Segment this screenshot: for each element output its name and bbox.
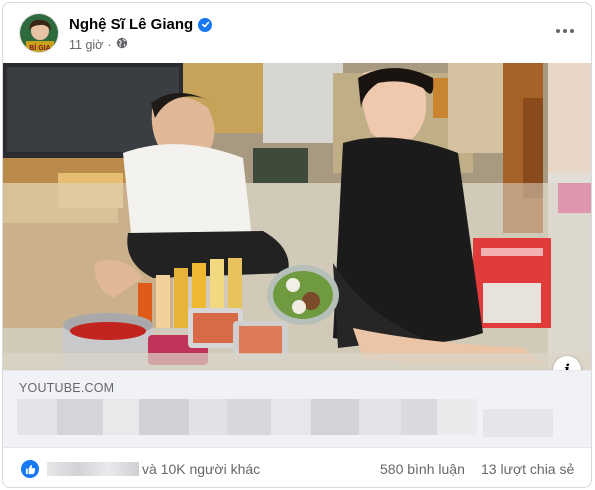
author-name[interactable]: Nghệ Sĩ Lê Giang [69, 16, 193, 33]
reactions-count[interactable]: và 10K người khác [142, 461, 260, 477]
comments-count[interactable]: 580 bình luận [380, 461, 465, 477]
post-meta: 11 giờ · [69, 37, 128, 52]
link-title-blurred [17, 399, 477, 437]
link-preview[interactable]: YOUTUBE.COM [3, 370, 591, 448]
author-row: Nghệ Sĩ Lê Giang [69, 16, 213, 33]
post-header: BÍ GIA Nghệ Sĩ Lê Giang 11 giờ · [3, 3, 591, 63]
photo-image [3, 63, 591, 370]
globe-icon [116, 37, 128, 52]
shares-count[interactable]: 13 lượt chia sẻ [481, 461, 574, 477]
reactor-name-blurred [47, 462, 139, 476]
post-timestamp[interactable]: 11 giờ [69, 38, 103, 52]
post-photo[interactable]: i [3, 63, 591, 370]
verified-badge-icon [198, 17, 213, 32]
engagement-bar: và 10K người khác 580 bình luận 13 lượt … [3, 449, 591, 487]
more-options-button[interactable] [553, 19, 577, 43]
author-avatar[interactable]: BÍ GIA [19, 13, 59, 53]
info-icon: i [564, 361, 570, 370]
like-icon[interactable] [21, 460, 39, 478]
avatar-badge-text: BÍ GIA [29, 43, 50, 52]
link-subtitle-blurred [483, 409, 553, 437]
post-card: BÍ GIA Nghệ Sĩ Lê Giang 11 giờ · i YOUTU… [2, 2, 592, 488]
more-options-icon [556, 29, 574, 33]
link-domain: YOUTUBE.COM [19, 381, 115, 395]
avatar-image: BÍ GIA [20, 14, 58, 52]
